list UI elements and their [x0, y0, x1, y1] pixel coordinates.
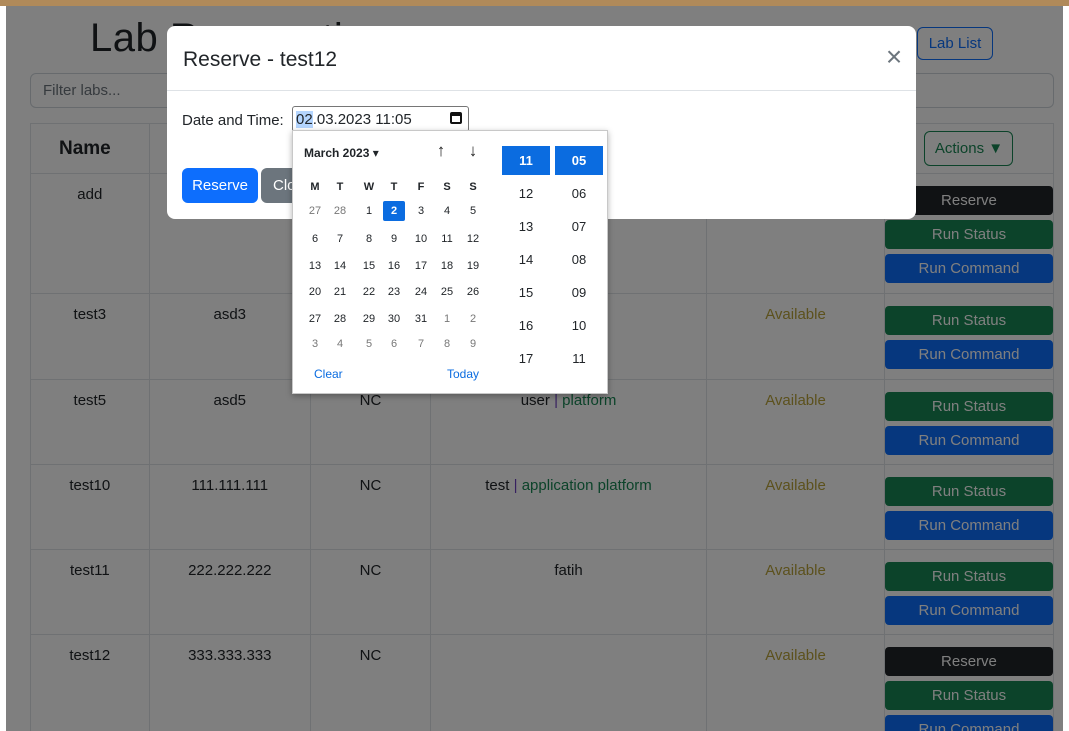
- calendar-day[interactable]: 1: [358, 201, 380, 221]
- hour-option[interactable]: 11: [502, 146, 550, 175]
- minute-option[interactable]: 09: [555, 278, 603, 307]
- calendar-day[interactable]: 22: [358, 282, 380, 302]
- calendar-day[interactable]: 27: [304, 309, 326, 329]
- datetime-day-segment[interactable]: 02: [296, 110, 313, 128]
- calendar-day[interactable]: 24: [410, 282, 432, 302]
- weekday-label: M: [310, 181, 320, 193]
- calendar-day[interactable]: 1: [436, 309, 458, 329]
- calendar-day[interactable]: 2: [462, 309, 484, 329]
- calendar-day[interactable]: 23: [383, 282, 405, 302]
- minute-option[interactable]: 10: [555, 311, 603, 340]
- calendar-day[interactable]: 26: [462, 282, 484, 302]
- hour-option[interactable]: 13: [502, 212, 550, 241]
- modal-title: Reserve - test12: [183, 48, 338, 71]
- calendar-day[interactable]: 5: [358, 334, 380, 354]
- calendar-day[interactable]: 18: [436, 256, 458, 276]
- calendar-day[interactable]: 3: [304, 334, 326, 354]
- calendar-day[interactable]: 16: [383, 256, 405, 276]
- calendar-day[interactable]: 25: [436, 282, 458, 302]
- datetime-input[interactable]: 02 .03.2023 11:05: [292, 106, 469, 132]
- datetime-label: Date and Time:: [182, 112, 284, 129]
- calendar-day[interactable]: 15: [358, 256, 380, 276]
- calendar-day[interactable]: 30: [383, 309, 405, 329]
- calendar-day[interactable]: 2: [383, 201, 405, 221]
- minute-option[interactable]: 08: [555, 245, 603, 274]
- weekday-label: S: [469, 181, 477, 193]
- hour-option[interactable]: 14: [502, 245, 550, 274]
- weekday-label: F: [417, 181, 425, 193]
- calendar-day[interactable]: 20: [304, 282, 326, 302]
- weekday-label: S: [443, 181, 451, 193]
- datetime-rest-segment[interactable]: .03.2023 11:05: [313, 111, 412, 128]
- calendar-day[interactable]: 8: [358, 229, 380, 249]
- month-year-selector[interactable]: March 2023 ▾: [304, 146, 379, 160]
- calendar-day[interactable]: 4: [436, 201, 458, 221]
- calendar-day[interactable]: 4: [329, 334, 351, 354]
- minute-option[interactable]: 06: [555, 179, 603, 208]
- calendar-day[interactable]: 28: [329, 201, 351, 221]
- hour-option[interactable]: 12: [502, 179, 550, 208]
- weekday-label: T: [336, 181, 344, 193]
- hour-option[interactable]: 17: [502, 344, 550, 373]
- close-icon[interactable]: ×: [883, 43, 905, 71]
- calendar-day[interactable]: 14: [329, 256, 351, 276]
- calendar-day[interactable]: 29: [358, 309, 380, 329]
- next-month-arrow-icon[interactable]: ↓: [465, 141, 481, 161]
- weekday-label: T: [390, 181, 398, 193]
- minute-option[interactable]: 07: [555, 212, 603, 241]
- calendar-day[interactable]: 13: [304, 256, 326, 276]
- calendar-icon[interactable]: [450, 112, 462, 124]
- calendar-day[interactable]: 11: [436, 229, 458, 249]
- calendar-day[interactable]: 21: [329, 282, 351, 302]
- calendar-day[interactable]: 7: [410, 334, 432, 354]
- calendar-day[interactable]: 28: [329, 309, 351, 329]
- calendar-day[interactable]: 8: [436, 334, 458, 354]
- minute-option[interactable]: 11: [555, 344, 603, 373]
- calendar-day[interactable]: 6: [304, 229, 326, 249]
- weekday-label: W: [363, 181, 375, 193]
- datetime-picker: March 2023 ▾ ↑ ↓ M T W T F S S 27 28 1 2 3 4 5 6 7 8 9 10 1…: [292, 130, 608, 394]
- previous-month-arrow-icon[interactable]: ↑: [433, 141, 449, 161]
- calendar-day[interactable]: 12: [462, 229, 484, 249]
- calendar-day[interactable]: 9: [462, 334, 484, 354]
- calendar-day[interactable]: 6: [383, 334, 405, 354]
- calendar-day[interactable]: 9: [383, 229, 405, 249]
- calendar-day[interactable]: 5: [462, 201, 484, 221]
- calendar-day[interactable]: 27: [304, 201, 326, 221]
- reserve-button[interactable]: Reserve: [182, 168, 258, 203]
- hour-option[interactable]: 15: [502, 278, 550, 307]
- minute-option[interactable]: 05: [555, 146, 603, 175]
- calendar-day[interactable]: 17: [410, 256, 432, 276]
- clear-link[interactable]: Clear: [314, 367, 343, 381]
- hour-option[interactable]: 16: [502, 311, 550, 340]
- calendar-day[interactable]: 19: [462, 256, 484, 276]
- calendar-day[interactable]: 31: [410, 309, 432, 329]
- calendar-day[interactable]: 3: [410, 201, 432, 221]
- modal-header-divider: [167, 90, 916, 91]
- calendar-day[interactable]: 7: [329, 229, 351, 249]
- calendar-day[interactable]: 10: [410, 229, 432, 249]
- today-link[interactable]: Today: [447, 367, 479, 381]
